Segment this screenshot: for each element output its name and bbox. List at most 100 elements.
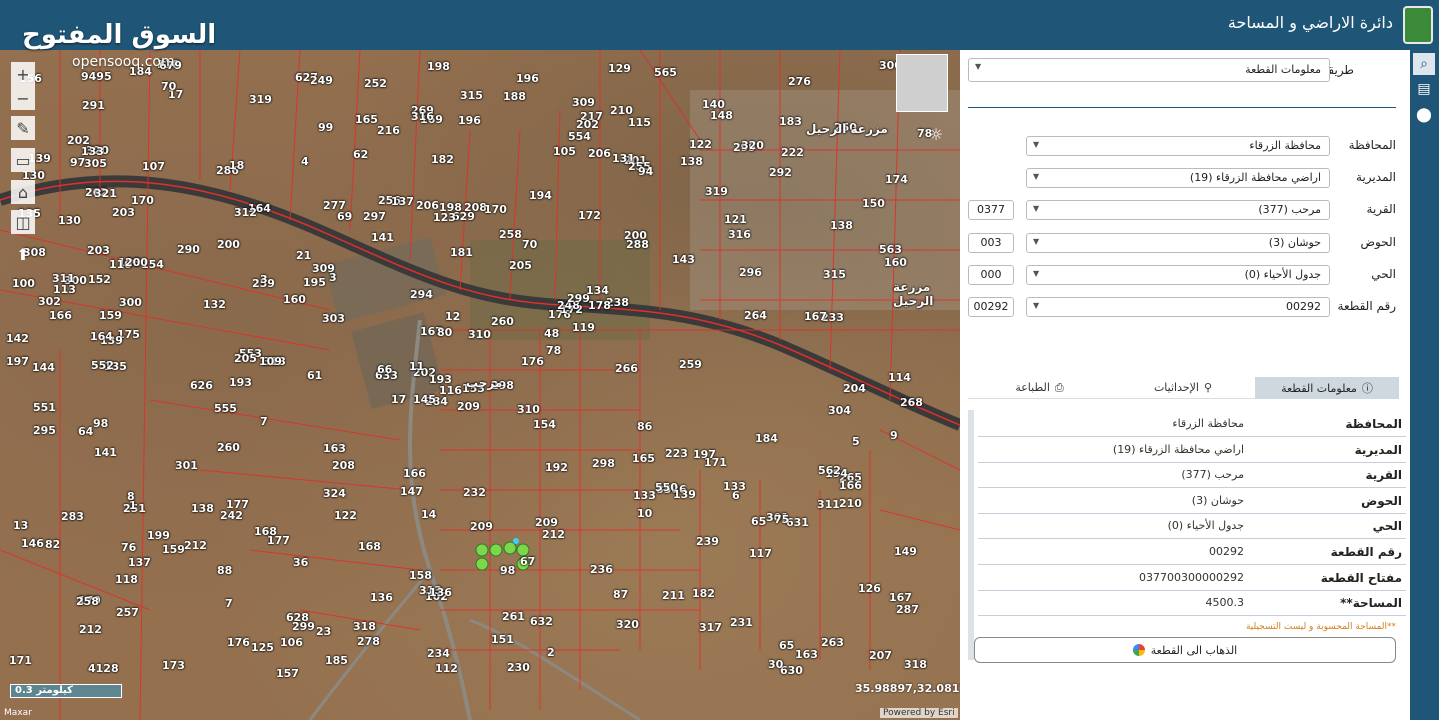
field-code-input[interactable]: 003 [968, 233, 1014, 253]
plot-number-label: 2 [547, 646, 555, 659]
plot-number-label: 136 [429, 586, 452, 599]
plot-number-label: 141 [94, 446, 117, 459]
plot-number-label: 182 [692, 587, 715, 600]
plot-number-label: 7 [225, 597, 233, 610]
plot-number-label: 141 [371, 231, 394, 244]
field-code-input[interactable]: 000 [968, 265, 1014, 285]
search-icon[interactable]: ⌕ [1413, 53, 1435, 75]
plot-number-label: 563 [879, 243, 902, 256]
plot-number-label: 14 [421, 508, 437, 521]
info-row: رقم القطعة 00292 [978, 540, 1406, 565]
plot-number-label: 173 [162, 659, 185, 672]
field-code-input[interactable]: 00292 [968, 297, 1014, 317]
info-row: المساحة** 4500.3 [978, 591, 1406, 617]
zoom-in-button[interactable]: + [11, 62, 35, 86]
field-select[interactable]: ▼ محافظة الزرقاء [1026, 136, 1330, 156]
pencil-icon[interactable]: ✎ [11, 116, 35, 140]
plot-number-label: 196 [516, 72, 539, 85]
plot-number-label: 205 [509, 259, 532, 272]
compass-icon[interactable]: ⬆ [11, 242, 35, 266]
plot-number-label: 212 [79, 623, 102, 636]
map-view[interactable]: 209 203 202 179 176 177 210 208 201 176 17 207 175 17… [0, 50, 960, 720]
plot-number-label: 168 [254, 525, 277, 538]
field-select[interactable]: ▼ جدول الأحياء (0) [1026, 265, 1330, 285]
plot-number-label: 311 [52, 272, 75, 285]
location-pin-icon[interactable]: ⬤ [1413, 104, 1435, 126]
field-code-input[interactable]: 0377 [968, 200, 1014, 220]
basemap-thumbnail[interactable] [896, 54, 948, 112]
plot-number-label: 185 [325, 654, 348, 667]
info-value: اراضي محافظة الزرقاء (19) [1112, 442, 1244, 456]
plot-number-label: 119 [572, 321, 595, 334]
plot-number-label: 99 [318, 121, 334, 134]
info-value: 037700300000292 [1139, 570, 1244, 584]
plot-number-label: 70 [522, 238, 538, 251]
plot-number-label: 231 [730, 616, 753, 629]
plot-number-label: 310 [517, 403, 540, 416]
info-row: الحوض حوشان (3) [978, 489, 1406, 514]
plot-number-label: 64 [78, 425, 94, 438]
plot-number-label: 305 [84, 157, 107, 170]
plot-number-label: 261 [502, 610, 525, 623]
field-select[interactable]: ▼ مرحب (377) [1026, 200, 1330, 220]
plot-number-label: 222 [781, 146, 804, 159]
field-label: رقم القطعة [1337, 299, 1396, 313]
plot-number-label: 288 [626, 238, 649, 251]
plot-number-label: 311 [817, 498, 840, 511]
field-label: المديرية [1356, 170, 1396, 184]
home-icon[interactable]: ⌂ [11, 180, 35, 204]
plot-number-label: 167 [804, 310, 827, 323]
goto-parcel-button[interactable]: الذهاب الى القطعة [974, 637, 1396, 663]
plot-number-label: 295 [33, 424, 56, 437]
plot-number-label: 309 [572, 96, 595, 109]
dls-logo [1403, 6, 1433, 44]
plot-number-label: 152 [88, 273, 111, 286]
sun-icon[interactable]: ☼ [924, 122, 948, 146]
layers-icon[interactable]: ▤ [1413, 78, 1435, 100]
field-select-value: مرحب (377) [1258, 203, 1321, 216]
field-label: الحي [1371, 267, 1396, 281]
plot-number-label: 23 [316, 625, 332, 638]
area-note: **المساحة المحسوبة و ليست التسجيلية [1245, 622, 1396, 632]
plot-number-label: 303 [322, 312, 345, 325]
chevron-down-icon: ▼ [1033, 237, 1040, 246]
plot-number-label: 65 [751, 515, 767, 528]
plot-number-label: 118 [115, 573, 138, 586]
field-select-value: 00292 [1286, 300, 1321, 313]
plot-number-label: 176 [521, 355, 544, 368]
field-select[interactable]: ▼ حوشان (3) [1026, 233, 1330, 253]
plot-number-label: 151 [491, 633, 514, 646]
info-key: المساحة** [1340, 596, 1402, 611]
plot-number-label: 143 [672, 253, 695, 266]
info-row: القرية مرحب (377) [978, 463, 1406, 489]
scrollbar[interactable] [968, 410, 974, 660]
plot-number-label: 147 [400, 485, 423, 498]
plot-number-label: 554 [568, 130, 591, 143]
field-select[interactable]: ▼ اراضي محافظة الزرقاء (19) [1026, 168, 1330, 188]
plot-number-label: 125 [251, 641, 274, 654]
plot-number-label: 62 [353, 148, 369, 161]
measure-icon[interactable]: ▭ [11, 148, 35, 172]
plot-number-label: 160 [884, 256, 907, 269]
plot-number-label: 107 [142, 160, 165, 173]
tab-parcel-info[interactable]: ⓘ معلومات القطعة [1255, 377, 1399, 399]
plot-number-label: 216 [377, 124, 400, 137]
plot-number-label: 263 [821, 636, 844, 649]
tab-print[interactable]: ⎙ الطباعة [968, 377, 1111, 399]
zoom-out-button[interactable]: − [11, 86, 35, 110]
tab-coordinates[interactable]: ⚲ الإحداثيات [1111, 377, 1255, 399]
field-select[interactable]: ▼ 00292 [1026, 297, 1330, 317]
plot-number-label: 258 [76, 595, 99, 608]
search-method-select[interactable]: ▼ معلومات القطعة [968, 58, 1330, 82]
plot-number-label: 232 [463, 486, 486, 499]
plot-number-label: 266 [615, 362, 638, 375]
info-key: المديرية [1354, 442, 1402, 457]
area-measure-icon[interactable]: ◫ [11, 210, 35, 234]
plot-number-label: 296 [739, 266, 762, 279]
plot-number-label: 9 [890, 429, 898, 442]
plot-number-label: 202 [67, 134, 90, 147]
plot-number-label: 150 [862, 197, 885, 210]
plot-number-label: 249 [310, 74, 333, 87]
divider [968, 107, 1396, 108]
google-icon [1132, 644, 1145, 656]
